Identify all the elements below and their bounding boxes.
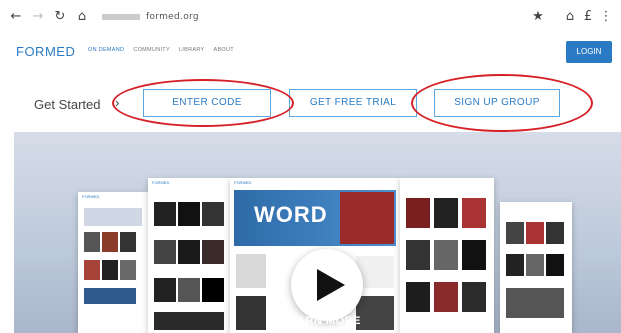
thumb xyxy=(120,232,136,252)
hero-banner: FORMED FORMED FORMED WORD LEARN MORE xyxy=(14,132,621,333)
device-screen-left: FORMED xyxy=(78,192,148,333)
thumb xyxy=(546,222,564,244)
thumb xyxy=(178,278,200,302)
learn-more-text[interactable]: LEARN MORE xyxy=(282,315,361,327)
thumb xyxy=(526,222,544,244)
thumb xyxy=(202,240,224,264)
login-button[interactable]: LOGIN xyxy=(566,41,612,63)
site-header: FORMED ON DEMAND COMMUNITY LIBRARY ABOUT… xyxy=(0,36,621,68)
get-started-label: Get Started xyxy=(34,97,101,112)
browser-toolbar: ← → ↻ ⌂ formed.org ★ ⌂ £ ⋮ xyxy=(0,0,621,36)
thumb xyxy=(102,260,118,280)
chevron-right-icon: › xyxy=(115,95,120,110)
thumb xyxy=(526,254,544,276)
thumb xyxy=(178,202,200,226)
thumb xyxy=(406,240,430,270)
star-icon[interactable]: ★ xyxy=(530,9,546,25)
thumb xyxy=(356,296,394,330)
nav-on-demand[interactable]: ON DEMAND xyxy=(88,47,124,53)
thumb xyxy=(340,192,394,244)
thumb xyxy=(120,260,136,280)
thumb xyxy=(434,240,458,270)
nav-library[interactable]: LIBRARY xyxy=(179,47,205,53)
sign-up-group-button[interactable]: SIGN UP GROUP xyxy=(434,89,560,117)
menu-icon[interactable]: ⋮ xyxy=(598,9,614,25)
thumb xyxy=(462,240,486,270)
thumb xyxy=(434,282,458,312)
play-icon xyxy=(317,269,345,301)
thumb xyxy=(506,254,524,276)
thumb xyxy=(154,240,176,264)
free-trial-button[interactable]: GET FREE TRIAL xyxy=(289,89,417,117)
word-banner-text: WORD xyxy=(254,202,328,227)
formed-logo[interactable]: FORMED xyxy=(16,44,75,59)
address-bar[interactable]: formed.org xyxy=(102,12,199,22)
thumb xyxy=(506,288,564,318)
thumb xyxy=(84,260,100,280)
thumb xyxy=(178,240,200,264)
thumb xyxy=(462,282,486,312)
thumb xyxy=(434,198,458,228)
thumb xyxy=(202,278,224,302)
thumb xyxy=(236,296,266,330)
device-screen-right xyxy=(500,202,572,333)
thumb xyxy=(154,312,224,330)
thumb xyxy=(236,254,266,288)
enter-code-button[interactable]: ENTER CODE xyxy=(143,89,271,117)
thumb xyxy=(406,198,430,228)
thumb xyxy=(154,202,176,226)
thumb xyxy=(462,198,486,228)
get-started-bar: Get Started › ENTER CODE GET FREE TRIAL … xyxy=(0,68,621,132)
screen-brand: FORMED xyxy=(152,180,170,185)
forward-icon[interactable]: → xyxy=(30,9,46,25)
thumb xyxy=(154,278,176,302)
thumb xyxy=(202,202,224,226)
device-screen-mid-left: FORMED xyxy=(148,178,234,333)
extension-icon[interactable]: ⌂ xyxy=(562,9,578,25)
url-blur xyxy=(102,13,140,20)
screen-banner xyxy=(84,208,142,226)
back-icon[interactable]: ← xyxy=(8,9,24,25)
screen-brand: FORMED xyxy=(234,180,252,185)
thumb xyxy=(84,232,100,252)
nav-community[interactable]: COMMUNITY xyxy=(133,47,170,53)
reload-icon[interactable]: ↻ xyxy=(52,9,68,25)
device-screen-mid-right xyxy=(400,178,494,333)
profile-icon[interactable]: £ xyxy=(580,9,596,25)
nav-about[interactable]: ABOUT xyxy=(213,47,233,53)
screen-brand: FORMED xyxy=(82,194,100,199)
thumb xyxy=(506,222,524,244)
url-text: formed.org xyxy=(146,12,199,22)
thumb xyxy=(84,288,136,304)
thumb xyxy=(102,232,118,252)
main-nav: ON DEMAND COMMUNITY LIBRARY ABOUT xyxy=(88,47,234,53)
play-video-button[interactable] xyxy=(291,249,363,321)
thumb xyxy=(546,254,564,276)
thumb xyxy=(406,282,430,312)
home-icon[interactable]: ⌂ xyxy=(74,9,90,25)
